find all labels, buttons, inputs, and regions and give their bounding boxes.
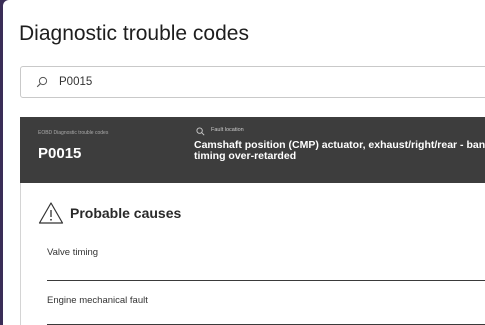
fault-location-text: Camshaft position (CMP) actuator, exhaus… xyxy=(194,139,485,162)
divider xyxy=(47,280,485,281)
dtc-category-label: EOBD Diagnostic trouble codes xyxy=(38,130,109,136)
cause-item: Valve timing xyxy=(47,247,99,258)
warning-icon xyxy=(38,202,64,224)
search-field[interactable] xyxy=(20,66,485,98)
search-icon xyxy=(196,127,205,136)
dtc-header-bar: EOBD Diagnostic trouble codes P0015 Faul… xyxy=(20,117,485,183)
probable-causes-title: Probable causes xyxy=(70,205,182,221)
search-input[interactable] xyxy=(59,73,359,91)
probable-causes-card: Probable causes Valve timing Engine mech… xyxy=(20,183,485,325)
app-frame: Diagnostic trouble codes EOBD Diagnostic… xyxy=(0,0,485,325)
cause-item: Engine mechanical fault xyxy=(47,295,148,306)
page-title: Diagnostic trouble codes xyxy=(19,22,249,45)
search-icon xyxy=(36,76,48,88)
fault-location-label: Fault location xyxy=(211,127,244,133)
dtc-panel: Diagnostic trouble codes EOBD Diagnostic… xyxy=(3,0,485,325)
dtc-code: P0015 xyxy=(38,145,82,162)
